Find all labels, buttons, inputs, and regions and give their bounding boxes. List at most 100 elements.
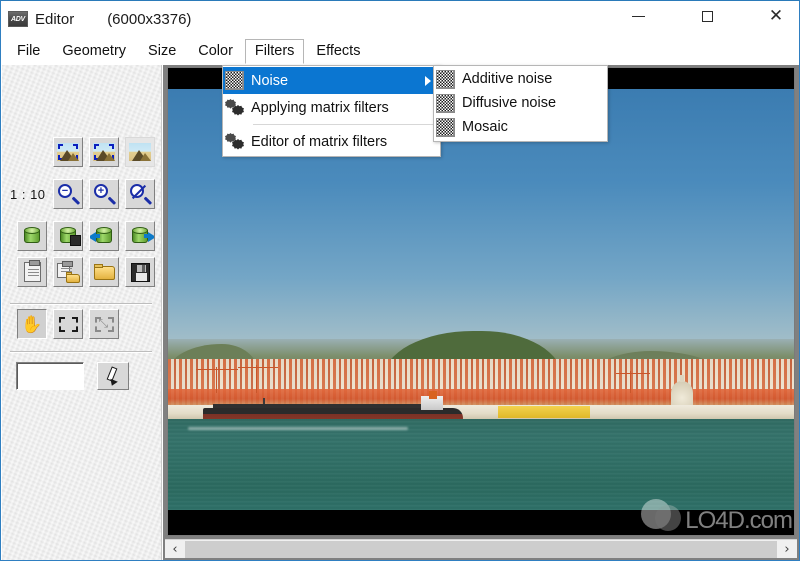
menu-size[interactable]: Size [138, 39, 186, 64]
floppy-icon [130, 262, 150, 282]
menu-item-noise[interactable]: Noise [223, 67, 440, 94]
scrollbar-track[interactable] [185, 540, 777, 558]
watermark-label: LO4D [685, 506, 745, 534]
menu-divider [253, 124, 436, 125]
maximize-button[interactable] [684, 1, 730, 31]
magnifier-minus-icon: − [57, 183, 81, 205]
menu-file[interactable]: File [7, 39, 50, 64]
menu-item-editor-of-matrix-filters[interactable]: Editor of matrix filters [223, 128, 440, 155]
full-image-button[interactable] [125, 137, 155, 167]
open-button[interactable] [89, 257, 119, 287]
dashed-rect-move-icon [94, 316, 114, 332]
buffer-load-button[interactable] [89, 221, 119, 251]
menu-color[interactable]: Color [188, 39, 243, 64]
crane-left-2 [256, 365, 257, 393]
magnifier-plus-icon: + [93, 183, 117, 205]
select-fit-image-button[interactable] [53, 137, 83, 167]
menu-item-noise-label: Noise [251, 72, 289, 89]
buffer-button[interactable] [17, 221, 47, 251]
barrel-arrow-left-icon [90, 227, 112, 245]
menu-item-mosaic[interactable]: Mosaic [434, 115, 607, 139]
barrel-icon [24, 227, 40, 245]
maximize-icon [701, 10, 713, 22]
dashed-rect-icon [58, 316, 78, 332]
watermark-suffix: .com [743, 506, 793, 534]
horizontal-scrollbar[interactable]: ‹ › [165, 539, 797, 558]
minimize-button[interactable] [615, 1, 661, 31]
filters-dropdown-menu: Noise Applying matrix filters Editor of … [222, 65, 441, 157]
zoom-reset-button[interactable] [125, 179, 155, 209]
toolbar-divider [10, 303, 152, 304]
image-crop-icon [93, 143, 115, 161]
dome-building [671, 375, 693, 405]
noise-icon [436, 117, 455, 137]
app-icon: ADV [8, 11, 28, 27]
scroll-left-button[interactable]: ‹ [165, 540, 185, 559]
menu-item-additive-noise-label: Additive noise [462, 71, 553, 87]
toolbar-divider [10, 351, 152, 352]
tool-panel: 1 : 10 − + ✋ ⤡ [2, 65, 162, 560]
menu-filters[interactable]: Filters [244, 39, 305, 64]
menu-item-applying-matrix-filters-label: Applying matrix filters [251, 99, 389, 116]
copy-to-file-button[interactable] [53, 257, 83, 287]
menu-item-applying-matrix-filters[interactable]: Applying matrix filters [223, 94, 440, 121]
menu-bar: File Geometry Size Color Filters Effects [1, 38, 799, 65]
gear-icon [225, 98, 244, 117]
minimize-icon [631, 15, 645, 17]
pan-tool-button[interactable]: ✋ [17, 309, 47, 339]
chevron-right-icon [425, 75, 431, 86]
select-region-image-button[interactable] [89, 137, 119, 167]
barrel-arrow-right-icon [132, 227, 154, 245]
barrel-save-icon [60, 227, 81, 246]
zoom-in-button[interactable]: + [89, 179, 119, 209]
title-bar: ADV Editor (6000x3376) ✕ [1, 1, 799, 37]
yellow-building [498, 406, 590, 418]
pencil-icon [104, 366, 122, 388]
watermark-logo-icon [641, 496, 683, 535]
zoom-out-button[interactable]: − [53, 179, 83, 209]
buffer-save-button[interactable] [53, 221, 83, 251]
menu-effects[interactable]: Effects [306, 39, 370, 64]
noise-icon [436, 69, 455, 89]
image-dimensions-label: (6000x3376) [107, 10, 192, 28]
move-select-tool-button[interactable] [89, 309, 119, 339]
menu-item-mosaic-label: Mosaic [462, 119, 508, 135]
close-icon: ✕ [768, 5, 784, 26]
menu-item-diffusive-noise-label: Diffusive noise [462, 95, 557, 111]
crane-left [216, 367, 217, 393]
image-crop-icon [57, 143, 79, 161]
hand-icon: ✋ [21, 314, 43, 334]
rect-select-tool-button[interactable] [53, 309, 83, 339]
noise-icon [225, 71, 244, 90]
crane-left-2-arm [238, 367, 278, 368]
application-window: ADV Editor (6000x3376) ✕ File Geometry S… [0, 0, 800, 561]
color-swatch[interactable] [16, 362, 84, 390]
paste-button[interactable] [17, 257, 47, 287]
noise-icon [436, 93, 455, 113]
scrollbar-thumb[interactable] [185, 540, 777, 558]
menu-geometry[interactable]: Geometry [52, 39, 136, 64]
image-icon [129, 143, 151, 161]
crane-right [630, 371, 631, 393]
window-title: Editor [35, 10, 75, 28]
gear-icon [225, 132, 244, 151]
folder-icon [93, 264, 115, 280]
pencil-tool-button[interactable] [97, 362, 129, 390]
clipboard-icon [23, 260, 41, 282]
buffer-store-button[interactable] [125, 221, 155, 251]
ship-wake [188, 427, 408, 430]
crane-left-arm [196, 369, 238, 370]
crane-right-arm [616, 373, 650, 374]
watermark-text: LO4D.com [685, 498, 793, 536]
zoom-ratio-label: 1 : 10 [10, 187, 46, 202]
menu-item-editor-of-matrix-filters-label: Editor of matrix filters [251, 133, 388, 150]
close-button[interactable]: ✕ [753, 1, 799, 31]
noise-submenu: Additive noise Diffusive noise Mosaic [433, 65, 608, 142]
scroll-right-button[interactable]: › [777, 540, 797, 559]
menu-item-additive-noise[interactable]: Additive noise [434, 67, 607, 91]
watermark: LO4D.com [641, 496, 793, 536]
menu-item-diffusive-noise[interactable]: Diffusive noise [434, 91, 607, 115]
magnifier-none-icon [129, 183, 153, 205]
save-button[interactable] [125, 257, 155, 287]
clipboard-folder-icon [57, 260, 80, 283]
